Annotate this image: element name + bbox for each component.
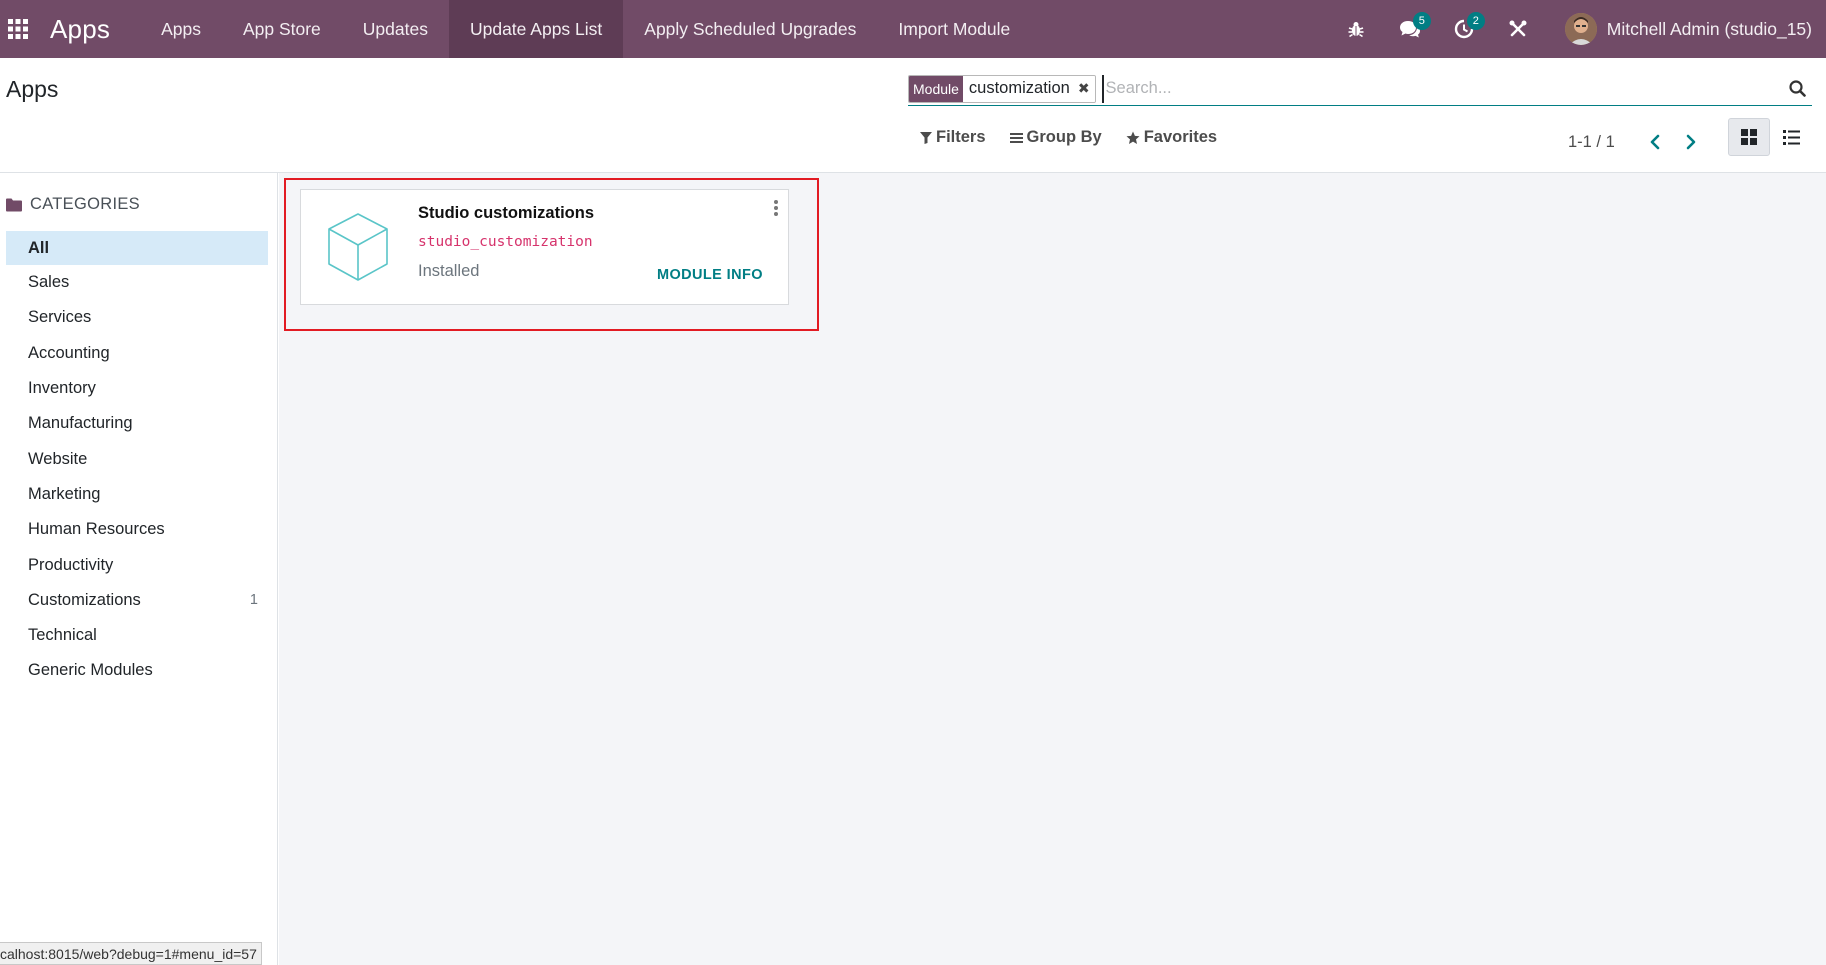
folder-icon — [6, 198, 22, 212]
category-human-resources[interactable]: Human Resources — [6, 512, 268, 547]
module-info-button[interactable]: MODULE INFO — [657, 267, 763, 283]
search-facet: Module customization ✖ — [908, 74, 1096, 103]
category-technical[interactable]: Technical — [6, 618, 268, 653]
category-label: Manufacturing — [28, 414, 133, 433]
category-marketing[interactable]: Marketing — [6, 477, 268, 512]
category-services[interactable]: Services — [6, 300, 268, 335]
menu-import-module[interactable]: Import Module — [877, 0, 1031, 58]
filters-button[interactable]: Filters — [920, 128, 986, 147]
navbar-systray: 5 2 Mitchell Admin (studio_15) — [1329, 0, 1812, 58]
category-label: All — [28, 238, 50, 257]
list-view-icon[interactable] — [1770, 118, 1812, 156]
activity-clock-icon[interactable]: 2 — [1437, 0, 1491, 58]
category-count: 1 — [249, 592, 258, 609]
category-label: Technical — [28, 626, 97, 645]
group-by-icon — [1009, 132, 1023, 144]
filters-label: Filters — [936, 128, 986, 146]
chat-icon[interactable]: 5 — [1383, 0, 1437, 58]
category-productivity[interactable]: Productivity — [6, 547, 268, 582]
filter-icon — [920, 131, 932, 144]
group-by-label: Group By — [1026, 128, 1102, 146]
category-generic-modules[interactable]: Generic Modules — [6, 653, 268, 688]
pager-previous-icon[interactable] — [1637, 128, 1673, 156]
categories-sidebar: CATEGORIES All Sales Services Accounting… — [0, 173, 278, 965]
search-icon[interactable] — [1782, 74, 1812, 104]
kanban-view-icon[interactable] — [1728, 118, 1770, 156]
kanban-content: Studio customizations studio_customizati… — [279, 173, 1826, 965]
categories-header: CATEGORIES — [6, 195, 140, 214]
search-bar: Module customization ✖ — [908, 72, 1812, 106]
category-label: Website — [28, 449, 88, 468]
page-title: Apps — [6, 76, 59, 102]
apps-grid-icon[interactable] — [0, 0, 36, 58]
category-label: Services — [28, 308, 92, 327]
category-label: Accounting — [28, 343, 110, 362]
star-icon — [1126, 131, 1140, 145]
menu-apps[interactable]: Apps — [140, 0, 222, 58]
control-panel: Apps Module customization ✖ Filters Grou… — [0, 58, 1826, 173]
view-switcher — [1728, 118, 1812, 156]
module-technical-name: studio_customization — [418, 234, 593, 250]
module-card[interactable]: Studio customizations studio_customizati… — [300, 189, 789, 305]
favorites-button[interactable]: Favorites — [1126, 128, 1217, 147]
category-manufacturing[interactable]: Manufacturing — [6, 406, 268, 441]
module-title: Studio customizations — [418, 204, 595, 222]
category-website[interactable]: Website — [6, 441, 268, 476]
search-options: Filters Group By Favorites — [920, 128, 1241, 147]
module-state: Installed — [418, 262, 480, 280]
category-label: Sales — [28, 273, 70, 292]
favorites-label: Favorites — [1143, 128, 1218, 146]
categories-title: CATEGORIES — [30, 195, 140, 213]
menu-app-store[interactable]: App Store — [222, 0, 342, 58]
category-inventory[interactable]: Inventory — [6, 371, 268, 406]
group-by-button[interactable]: Group By — [1009, 128, 1102, 147]
menu-update-apps-list[interactable]: Update Apps List — [448, 0, 624, 58]
category-label: Generic Modules — [28, 661, 153, 680]
user-name: Mitchell Admin (studio_15) — [1606, 18, 1812, 39]
search-input[interactable] — [1101, 74, 1782, 103]
pager-next-icon[interactable] — [1673, 128, 1709, 156]
category-label: Marketing — [28, 484, 101, 503]
facet-label: Module — [909, 75, 963, 102]
category-label: Inventory — [28, 379, 96, 398]
card-dropdown-icon[interactable] — [770, 198, 782, 218]
user-menu[interactable]: Mitchell Admin (studio_15) — [1564, 13, 1812, 45]
pager: 1-1 / 1 — [1568, 128, 1709, 156]
messages-badge: 5 — [1412, 12, 1431, 30]
tools-icon[interactable] — [1491, 0, 1545, 58]
top-navbar: Apps Apps App Store Updates Update Apps … — [0, 0, 1826, 58]
avatar — [1564, 13, 1597, 45]
menu-updates[interactable]: Updates — [342, 0, 449, 58]
category-sales[interactable]: Sales — [6, 265, 268, 300]
category-label: Productivity — [28, 555, 114, 574]
category-label: Human Resources — [28, 520, 165, 539]
app-brand[interactable]: Apps — [50, 14, 110, 45]
facet-remove-icon[interactable]: ✖ — [1075, 75, 1095, 102]
bug-icon[interactable] — [1329, 0, 1383, 58]
menu-apply-scheduled-upgrades[interactable]: Apply Scheduled Upgrades — [623, 0, 877, 58]
status-url: calhost:8015/web?debug=1#menu_id=57 — [0, 942, 262, 965]
category-list: All Sales Services Accounting Inventory … — [6, 231, 268, 689]
category-all[interactable]: All — [6, 231, 268, 265]
activities-badge: 2 — [1466, 12, 1485, 30]
facet-value: customization — [962, 75, 1076, 102]
category-customizations[interactable]: Customizations 1 — [6, 583, 268, 618]
pager-value[interactable]: 1-1 / 1 — [1568, 133, 1615, 152]
category-accounting[interactable]: Accounting — [6, 336, 268, 371]
category-label: Customizations — [28, 590, 141, 609]
module-cube-icon — [327, 212, 389, 282]
